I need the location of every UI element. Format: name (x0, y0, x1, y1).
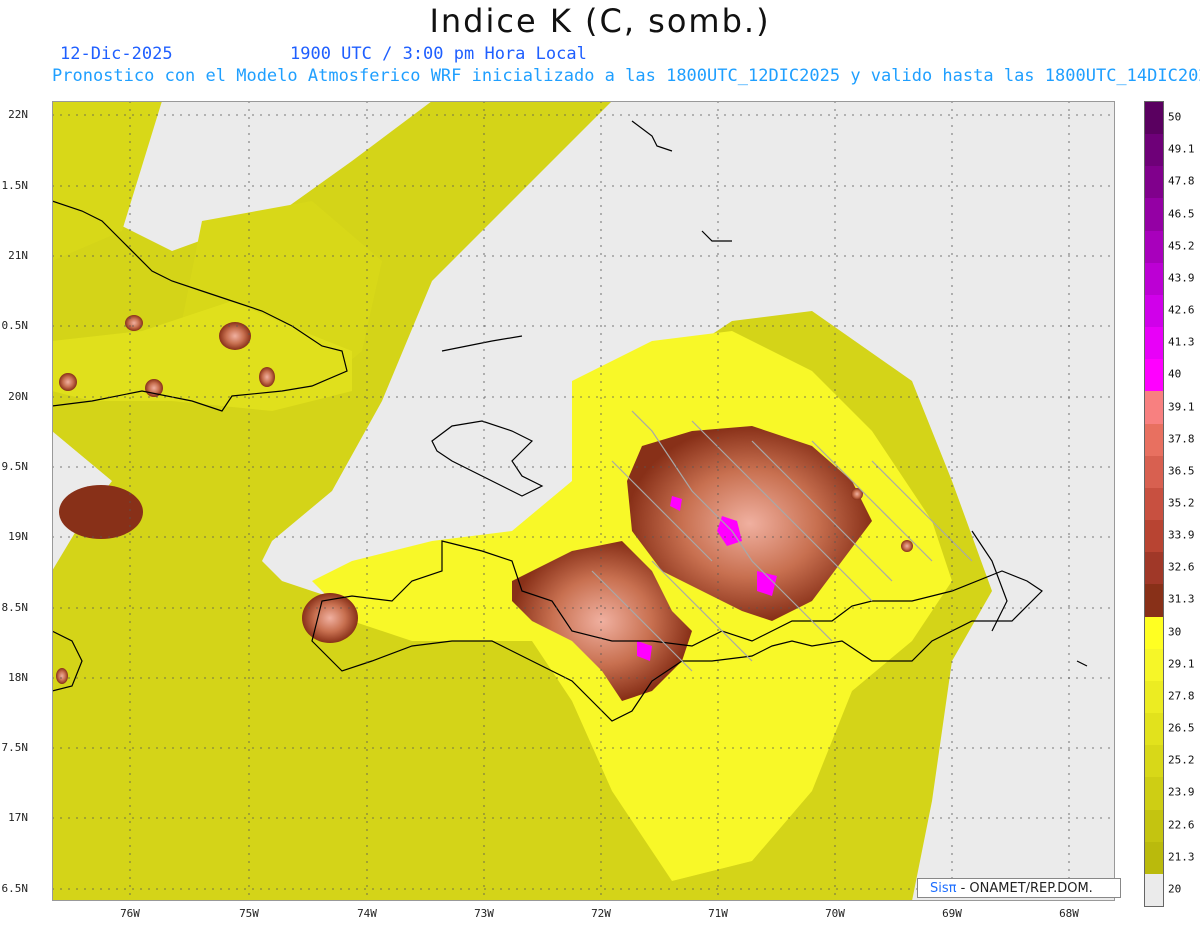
colorbar-label: 23.9 (1168, 785, 1195, 799)
lat-label: 18N (8, 671, 28, 684)
map-area (52, 101, 1115, 901)
lon-label: 74W (357, 907, 377, 920)
field-high-jam (56, 668, 68, 684)
colorbar-label: 46.5 (1168, 207, 1195, 221)
colorbar-cell (1145, 294, 1163, 328)
credit-brand: Sisπ (930, 881, 957, 896)
forecast-time: 1900 UTC / 3:00 pm Hora Local (290, 44, 587, 64)
colorbar-label: 25.2 (1168, 753, 1195, 767)
colorbar-label: 49.1 (1168, 142, 1195, 156)
colorbar-label: 26.5 (1168, 721, 1195, 735)
lon-label: 76W (120, 907, 140, 920)
lat-label: 9.5N (1, 460, 29, 473)
colorbar-cell (1145, 680, 1163, 714)
colorbar-label: 50 (1168, 110, 1182, 124)
colorbar-label: 29.1 (1168, 657, 1195, 671)
lon-label: 70W (825, 907, 845, 920)
chart-title: Indice K (C, somb.) (429, 2, 771, 40)
field-high-cuba2 (219, 322, 251, 350)
lon-label: 75W (239, 907, 259, 920)
colorbar-label: 41.3 (1168, 335, 1195, 349)
field-high-cuba4 (59, 373, 77, 391)
colorbar-label: 22.6 (1168, 818, 1195, 832)
colorbar-cell (1145, 616, 1163, 650)
colorbar-label: 40 (1168, 367, 1182, 381)
lon-label: 68W (1059, 907, 1079, 920)
lon-label: 73W (474, 907, 494, 920)
colorbar-label: 35.2 (1168, 496, 1195, 510)
colorbar-label: 36.5 (1168, 464, 1195, 478)
colorbar-cell (1145, 648, 1163, 682)
colorbar-cell (1145, 841, 1163, 875)
lat-label: 7.5N (1, 741, 29, 754)
colorbar-label: 27.8 (1168, 689, 1195, 703)
field-high-small1 (901, 540, 913, 552)
colorbar-cell (1145, 423, 1163, 457)
colorbar-cell (1145, 262, 1163, 296)
credit-org: - ONAMET/REP.DOM. (956, 881, 1093, 896)
lat-label: 6.5N (1, 882, 29, 895)
lat-label: 0.5N (1, 319, 29, 332)
colorbar-cell (1145, 198, 1163, 232)
colorbar-label: 45.2 (1168, 239, 1195, 253)
colorbar-label: 32.6 (1168, 560, 1195, 574)
colorbar-label: 47.8 (1168, 174, 1195, 188)
colorbar-cell (1145, 391, 1163, 425)
lat-label: 8.5N (1, 601, 29, 614)
field-high-cuba1 (125, 315, 143, 331)
lat-label: 22N (8, 108, 28, 121)
colorbar-cell (1145, 873, 1163, 907)
lat-label: 19N (8, 530, 28, 543)
lat-label: 17N (8, 811, 28, 824)
colorbar-cell (1145, 102, 1163, 135)
colorbar-cell (1145, 455, 1163, 489)
colorbar-cell (1145, 520, 1163, 553)
colorbar-cell (1145, 134, 1163, 167)
lon-label: 71W (708, 907, 728, 920)
colorbar-cell (1145, 327, 1163, 360)
colorbar-label: 39.1 (1168, 400, 1195, 414)
colorbar-cell (1145, 359, 1163, 392)
field-high-cuba5 (259, 367, 275, 387)
colorbar-label: 21.3 (1168, 850, 1195, 864)
colorbar-cell (1145, 809, 1163, 843)
lon-label: 72W (591, 907, 611, 920)
colorbar-label: 42.6 (1168, 303, 1195, 317)
forecast-date: 12-Dic-2025 (60, 44, 173, 64)
colorbar-label: 33.9 (1168, 528, 1195, 542)
colorbar-label: 20 (1168, 882, 1182, 896)
colorbar-label: 30 (1168, 625, 1182, 639)
colorbar-label: 31.3 (1168, 592, 1195, 606)
colorbar-cell (1145, 552, 1163, 585)
credit-box: Sisπ - ONAMET/REP.DOM. (917, 878, 1121, 898)
lat-label: 20N (8, 390, 28, 403)
colorbar-cell (1145, 166, 1163, 199)
colorbar-cell (1145, 487, 1163, 521)
colorbar-label: 43.9 (1168, 271, 1195, 285)
forecast-description: Pronostico con el Modelo Atmosferico WRF… (52, 66, 1200, 86)
colorbar (1144, 101, 1164, 907)
colorbar-cell (1145, 745, 1163, 778)
colorbar-cell (1145, 584, 1163, 618)
field-high-sw (302, 593, 358, 643)
colorbar-cell (1145, 230, 1163, 264)
lat-label: 1.5N (1, 179, 29, 192)
lat-label: 21N (8, 249, 28, 262)
colorbar-cell (1145, 777, 1163, 811)
lon-label: 69W (942, 907, 962, 920)
colorbar-label: 37.8 (1168, 432, 1195, 446)
colorbar-cell (1145, 713, 1163, 746)
